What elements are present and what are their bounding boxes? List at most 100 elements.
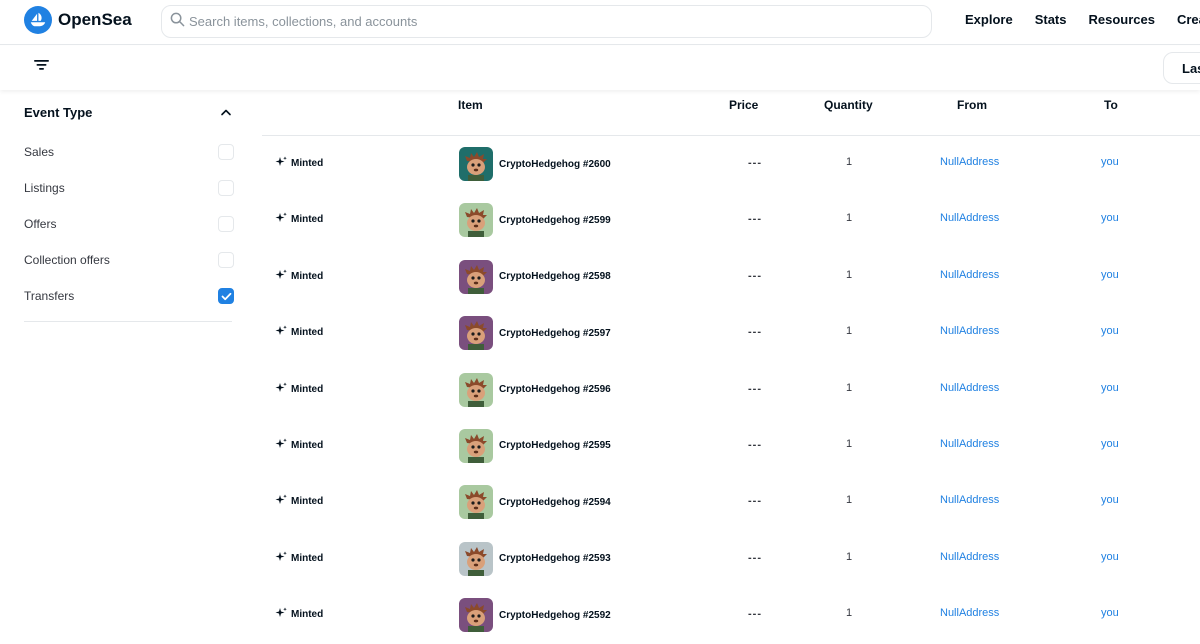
listings-checkbox[interactable]: [218, 180, 234, 196]
item-cell[interactable]: CryptoHedgehog #2600: [459, 147, 611, 181]
quantity-cell: 1: [846, 494, 853, 507]
sort-dropdown[interactable]: Las: [1163, 52, 1200, 84]
nav-resources[interactable]: Resources: [1088, 12, 1154, 27]
quantity-cell: 1: [846, 268, 853, 281]
to-address-link[interactable]: you: [1101, 212, 1119, 224]
to-address-link[interactable]: you: [1101, 382, 1119, 394]
sparkle-icon: [275, 325, 287, 340]
price-cell: ---: [748, 326, 762, 339]
nav-explore[interactable]: Explore: [965, 12, 1013, 27]
nft-thumbnail[interactable]: [459, 259, 493, 294]
filter-label: Collection offers: [24, 253, 110, 267]
price-cell: ---: [748, 213, 762, 226]
collection-offers-checkbox[interactable]: [218, 252, 234, 268]
toolbar: Las: [0, 46, 1200, 90]
item-cell[interactable]: CryptoHedgehog #2592: [459, 598, 611, 633]
sparkle-icon: [275, 494, 287, 509]
from-address-link[interactable]: NullAddress: [940, 438, 999, 450]
item-name-link[interactable]: CryptoHedgehog #2592: [499, 610, 611, 621]
event-label: Minted: [291, 609, 324, 621]
transfers-checkbox[interactable]: [218, 288, 234, 304]
quantity-cell: 1: [846, 607, 853, 620]
main-nav: Explore Stats Resources Create: [965, 12, 1200, 27]
chevron-up-icon[interactable]: [220, 103, 232, 121]
from-address-link[interactable]: NullAddress: [940, 325, 999, 337]
nft-thumbnail[interactable]: [459, 541, 493, 576]
table-row: Minted CryptoHedgehog #2594 --- 1 NullAd…: [262, 474, 1200, 530]
table-row: Minted CryptoHedgehog #2593 --- 1 NullAd…: [262, 531, 1200, 587]
column-header-quantity: Quantity: [824, 98, 873, 112]
quantity-cell: 1: [846, 325, 853, 338]
sales-checkbox[interactable]: [218, 144, 234, 160]
search-input[interactable]: [189, 14, 931, 29]
item-name-link[interactable]: CryptoHedgehog #2596: [499, 384, 611, 395]
from-address-link[interactable]: NullAddress: [940, 156, 999, 168]
filter-transfers[interactable]: Transfers: [24, 278, 234, 314]
nft-thumbnail[interactable]: [459, 203, 493, 238]
from-address-link[interactable]: NullAddress: [940, 607, 999, 619]
item-name-link[interactable]: CryptoHedgehog #2599: [499, 215, 611, 226]
checkmark-icon: [221, 292, 231, 300]
from-address-link[interactable]: NullAddress: [940, 212, 999, 224]
item-name-link[interactable]: CryptoHedgehog #2600: [499, 159, 611, 170]
filter-lines-icon: [33, 58, 49, 76]
from-address-link[interactable]: NullAddress: [940, 551, 999, 563]
price-cell: ---: [748, 551, 762, 564]
filter-offers[interactable]: Offers: [24, 206, 234, 242]
item-cell[interactable]: CryptoHedgehog #2594: [459, 485, 611, 520]
opensea-logo[interactable]: OpenSea: [24, 6, 132, 34]
filter-label: Sales: [24, 145, 55, 159]
to-address-link[interactable]: you: [1101, 438, 1119, 450]
event-cell: Minted: [275, 212, 323, 227]
from-address-link[interactable]: NullAddress: [940, 382, 999, 394]
sparkle-icon: [275, 382, 287, 397]
to-address-link[interactable]: you: [1101, 494, 1119, 506]
sort-label: Las: [1182, 60, 1200, 76]
event-type-header[interactable]: Event Type: [24, 90, 234, 134]
item-name-link[interactable]: CryptoHedgehog #2597: [499, 328, 611, 339]
nav-create[interactable]: Create: [1177, 12, 1200, 27]
filter-sales[interactable]: Sales: [24, 134, 234, 170]
item-cell[interactable]: CryptoHedgehog #2597: [459, 316, 611, 351]
item-name-link[interactable]: CryptoHedgehog #2598: [499, 271, 611, 282]
item-cell[interactable]: CryptoHedgehog #2593: [459, 541, 611, 576]
nft-thumbnail[interactable]: [459, 316, 493, 351]
from-address-link[interactable]: NullAddress: [940, 269, 999, 281]
item-name-link[interactable]: CryptoHedgehog #2595: [499, 440, 611, 451]
filter-listings[interactable]: Listings: [24, 170, 234, 206]
table-row: Minted CryptoHedgehog #2598 --- 1 NullAd…: [262, 249, 1200, 305]
event-label: Minted: [291, 552, 324, 564]
table-row: Minted CryptoHedgehog #2596 --- 1 NullAd…: [262, 362, 1200, 418]
item-cell[interactable]: CryptoHedgehog #2598: [459, 259, 611, 294]
nft-thumbnail[interactable]: [459, 598, 493, 633]
event-type-title: Event Type: [24, 104, 93, 120]
column-header-item: Item: [458, 98, 483, 112]
nav-stats[interactable]: Stats: [1035, 12, 1067, 27]
to-address-link[interactable]: you: [1101, 325, 1119, 337]
event-cell: Minted: [275, 382, 323, 397]
filter-collection-offers[interactable]: Collection offers: [24, 242, 234, 278]
nft-thumbnail[interactable]: [459, 147, 493, 181]
offers-checkbox[interactable]: [218, 216, 234, 232]
nft-thumbnail[interactable]: [459, 428, 493, 463]
to-address-link[interactable]: you: [1101, 156, 1119, 168]
sparkle-icon: [275, 607, 287, 622]
to-address-link[interactable]: you: [1101, 551, 1119, 563]
quantity-cell: 1: [846, 381, 853, 394]
to-address-link[interactable]: you: [1101, 269, 1119, 281]
item-cell[interactable]: CryptoHedgehog #2595: [459, 428, 611, 463]
event-cell: Minted: [275, 551, 323, 566]
item-cell[interactable]: CryptoHedgehog #2599: [459, 203, 611, 238]
item-name-link[interactable]: CryptoHedgehog #2594: [499, 497, 611, 508]
to-address-link[interactable]: you: [1101, 607, 1119, 619]
search-icon: [170, 12, 185, 32]
item-name-link[interactable]: CryptoHedgehog #2593: [499, 553, 611, 564]
filter-toggle-button[interactable]: [28, 56, 54, 78]
nft-thumbnail[interactable]: [459, 485, 493, 520]
search-bar[interactable]: [161, 5, 932, 38]
event-cell: Minted: [275, 269, 323, 284]
from-address-link[interactable]: NullAddress: [940, 494, 999, 506]
sparkle-icon: [275, 156, 287, 171]
nft-thumbnail[interactable]: [459, 372, 493, 407]
item-cell[interactable]: CryptoHedgehog #2596: [459, 372, 611, 407]
